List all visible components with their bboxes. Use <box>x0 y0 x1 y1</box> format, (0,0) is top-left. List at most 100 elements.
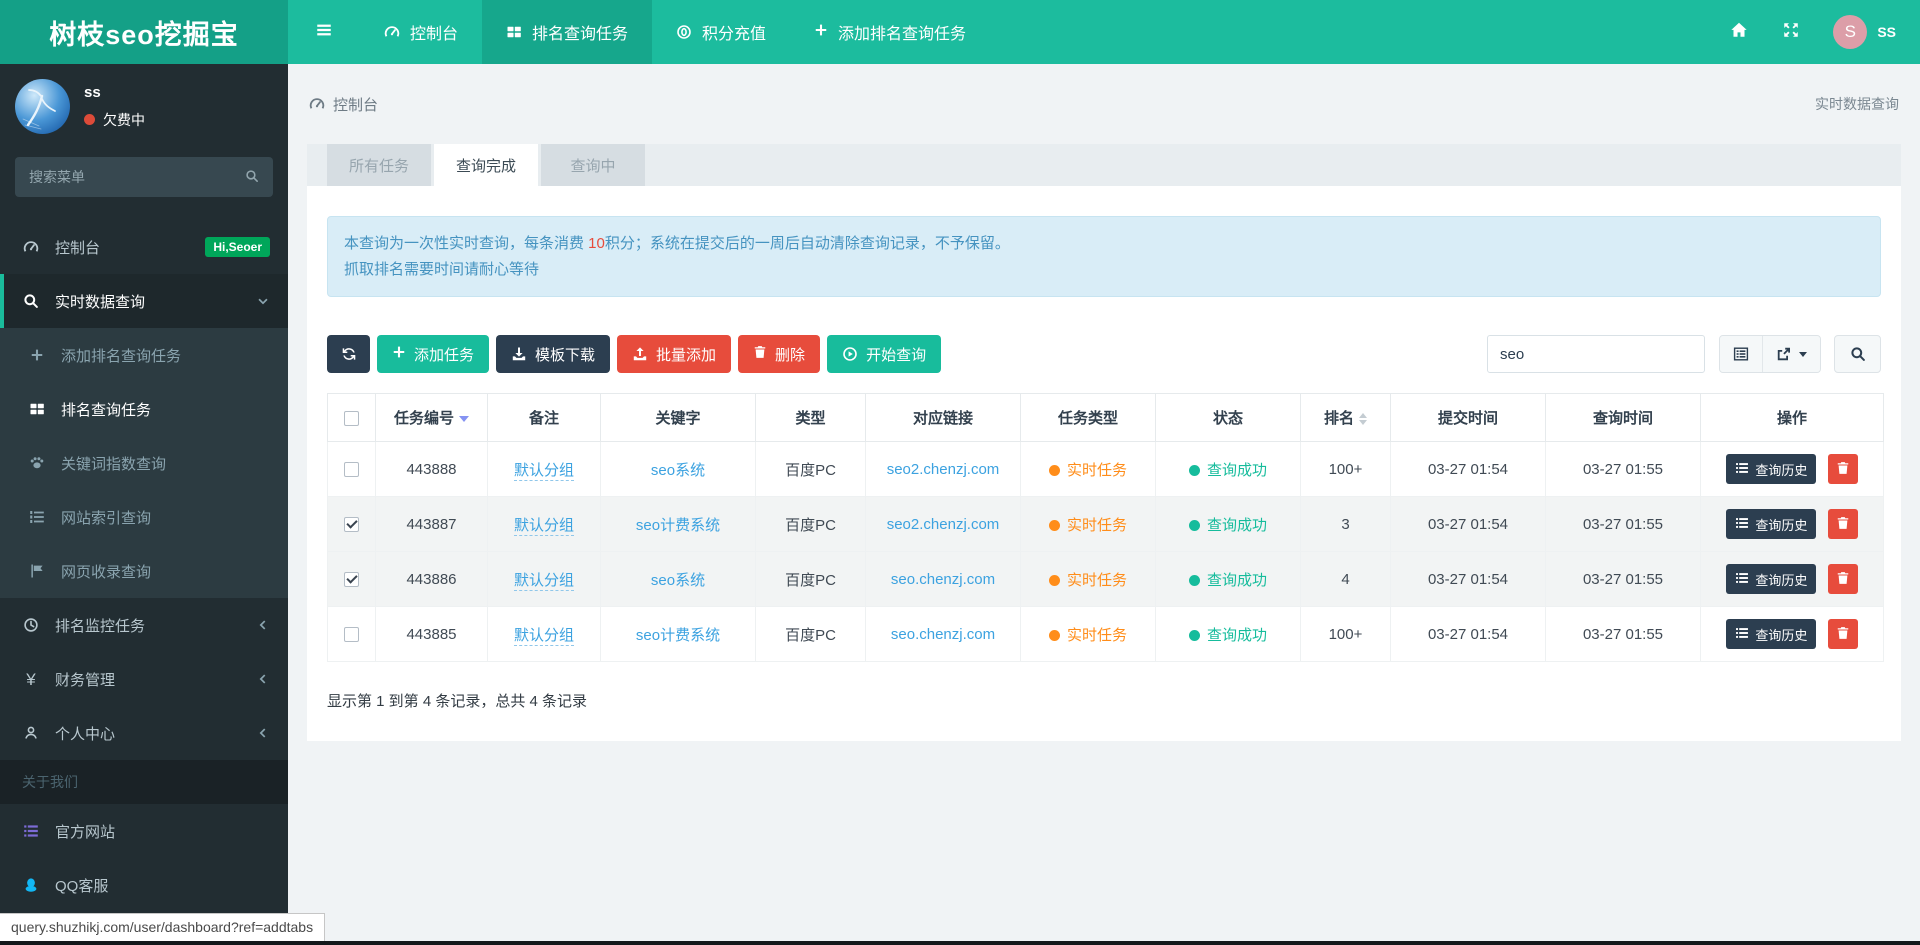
sidebar-item-add-rank-query-task[interactable]: 添加排名查询任务 <box>0 328 288 382</box>
user-avatar-badge[interactable]: S <box>1833 15 1867 49</box>
keyword-link[interactable]: seo系统 <box>651 572 705 589</box>
home-button[interactable] <box>1713 0 1765 64</box>
col-task-id[interactable]: 任务编号 <box>376 394 488 442</box>
refresh-button[interactable] <box>327 335 370 373</box>
sidebar-item-profile[interactable]: 个人中心 <box>0 706 288 760</box>
tab-all-tasks[interactable]: 所有任务 <box>327 144 431 186</box>
row-checkbox[interactable] <box>344 462 359 477</box>
cell-remark: 默认分组 <box>488 607 601 662</box>
breadcrumb[interactable]: 控制台 <box>309 94 378 115</box>
sidebar-item-page-inclusion-query[interactable]: 网页收录查询 <box>0 544 288 598</box>
breadcrumb-page-title: 实时数据查询 <box>1815 94 1899 114</box>
keyword-link[interactable]: seo计费系统 <box>636 517 720 534</box>
cell-remark: 默认分组 <box>488 552 601 607</box>
url-link[interactable]: seo2.chenzj.com <box>887 516 1000 533</box>
account-status-label: 欠费中 <box>103 110 145 130</box>
export-button[interactable] <box>1762 336 1820 372</box>
user-profile-avatar[interactable] <box>15 79 70 134</box>
app-logo[interactable]: 树枝seo挖掘宝 <box>0 0 288 64</box>
group-link[interactable]: 默认分组 <box>514 627 574 646</box>
sidebar-item-console[interactable]: 控制台 Hi,Seoer <box>0 220 288 274</box>
template-download-button[interactable]: 模板下载 <box>496 335 610 373</box>
alert-cost-highlight: 10 <box>588 235 605 252</box>
cell-task-id: 443885 <box>376 607 488 662</box>
sidebar-item-finance[interactable]: ¥ 财务管理 <box>0 652 288 706</box>
sidebar-item-qq-support[interactable]: QQ客服 <box>0 858 288 912</box>
button-label: 添加任务 <box>414 344 474 365</box>
username-label[interactable]: SS <box>1877 24 1896 40</box>
columns-toggle-button[interactable] <box>1720 336 1762 372</box>
sidebar-item-label: 实时数据查询 <box>55 291 145 312</box>
select-all-checkbox[interactable] <box>344 411 359 426</box>
sidebar-item-label: 排名监控任务 <box>55 615 145 636</box>
cell-task-id: 443887 <box>376 497 488 552</box>
fullscreen-button[interactable] <box>1765 0 1817 64</box>
topnav-item-rank-query-tasks[interactable]: 排名查询任务 <box>482 0 652 64</box>
pagination-summary: 显示第 1 到第 4 条记录，总共 4 条记录 <box>327 690 1881 711</box>
green-dot-icon <box>1189 520 1200 531</box>
query-history-button[interactable]: 查询历史 <box>1726 454 1816 484</box>
col-status: 状态 <box>1156 394 1301 442</box>
sidebar-item-realtime-data-query[interactable]: 实时数据查询 <box>0 274 288 328</box>
cell-task-type: 实时任务 <box>1021 552 1156 607</box>
sidebar-item-rank-query-tasks[interactable]: 排名查询任务 <box>0 382 288 436</box>
trash-icon <box>753 345 767 363</box>
breadcrumb-row: 控制台 实时数据查询 <box>288 64 1920 144</box>
export-icon <box>1776 346 1792 362</box>
download-icon <box>511 346 527 362</box>
table-icon <box>26 401 48 417</box>
list-icon <box>1735 571 1749 588</box>
sidebar-search-input[interactable]: 搜索菜单 <box>15 157 273 197</box>
sidebar-item-keyword-index-query[interactable]: 关键词指数查询 <box>0 436 288 490</box>
group-link[interactable]: 默认分组 <box>514 462 574 481</box>
table-search-input[interactable] <box>1487 335 1705 373</box>
chevron-left-icon <box>256 672 270 686</box>
table-row: 443886 默认分组 seo系统 百度PC seo.chenzj.com 实时… <box>328 552 1884 607</box>
row-checkbox[interactable] <box>344 572 359 587</box>
col-rank[interactable]: 排名 <box>1301 394 1391 442</box>
query-history-button[interactable]: 查询历史 <box>1726 564 1816 594</box>
topnav-label: 添加排名查询任务 <box>838 20 966 44</box>
delete-row-button[interactable] <box>1828 564 1858 594</box>
cell-task-type: 实时任务 <box>1021 607 1156 662</box>
sidebar-toggle-button[interactable] <box>288 0 360 64</box>
sidebar-submenu-wrap: 添加排名查询任务 排名查询任务 关键词指数查询 <box>0 328 288 598</box>
sidebar-user-panel: ss 欠费中 <box>0 64 288 148</box>
query-history-button[interactable]: 查询历史 <box>1726 619 1816 649</box>
delete-button[interactable]: 删除 <box>738 335 820 373</box>
alert-line-2: 抓取排名需要时间请耐心等待 <box>344 257 1864 283</box>
cell-type: 百度PC <box>756 607 866 662</box>
url-link[interactable]: seo2.chenzj.com <box>887 461 1000 478</box>
delete-row-button[interactable] <box>1828 454 1858 484</box>
group-link[interactable]: 默认分组 <box>514 572 574 591</box>
topnav-item-add-rank-query-task[interactable]: 添加排名查询任务 <box>790 0 990 64</box>
row-checkbox[interactable] <box>344 517 359 532</box>
topnav-item-console[interactable]: 控制台 <box>360 0 482 64</box>
cell-task-type: 实时任务 <box>1021 497 1156 552</box>
url-link[interactable]: seo.chenzj.com <box>891 626 995 643</box>
search-submit-button[interactable] <box>1834 335 1881 373</box>
query-history-button[interactable]: 查询历史 <box>1726 509 1816 539</box>
start-query-button[interactable]: 开始查询 <box>827 335 941 373</box>
green-dot-icon <box>1189 575 1200 586</box>
delete-row-button[interactable] <box>1828 509 1858 539</box>
sidebar-item-site-index-query[interactable]: 网站索引查询 <box>0 490 288 544</box>
cell-query-time: 03-27 01:55 <box>1546 442 1701 497</box>
topnav-item-points-recharge[interactable]: 积分充值 <box>652 0 790 64</box>
sidebar-item-rank-monitor-tasks[interactable]: 排名监控任务 <box>0 598 288 652</box>
sidebar-item-official-site[interactable]: 官方网站 <box>0 804 288 858</box>
add-task-button[interactable]: 添加任务 <box>377 335 489 373</box>
url-link[interactable]: seo.chenzj.com <box>891 571 995 588</box>
delete-row-button[interactable] <box>1828 619 1858 649</box>
tab-query-in-progress[interactable]: 查询中 <box>541 144 645 186</box>
sort-desc-icon <box>459 416 469 422</box>
keyword-link[interactable]: seo计费系统 <box>636 627 720 644</box>
keyword-link[interactable]: seo系统 <box>651 462 705 479</box>
batch-add-button[interactable]: 批量添加 <box>617 335 731 373</box>
sidebar-item-label: 关键词指数查询 <box>61 453 166 474</box>
tab-query-complete[interactable]: 查询完成 <box>434 144 538 186</box>
clock-icon <box>20 617 42 633</box>
row-checkbox[interactable] <box>344 627 359 642</box>
group-link[interactable]: 默认分组 <box>514 517 574 536</box>
topnav-label: 排名查询任务 <box>532 20 628 44</box>
